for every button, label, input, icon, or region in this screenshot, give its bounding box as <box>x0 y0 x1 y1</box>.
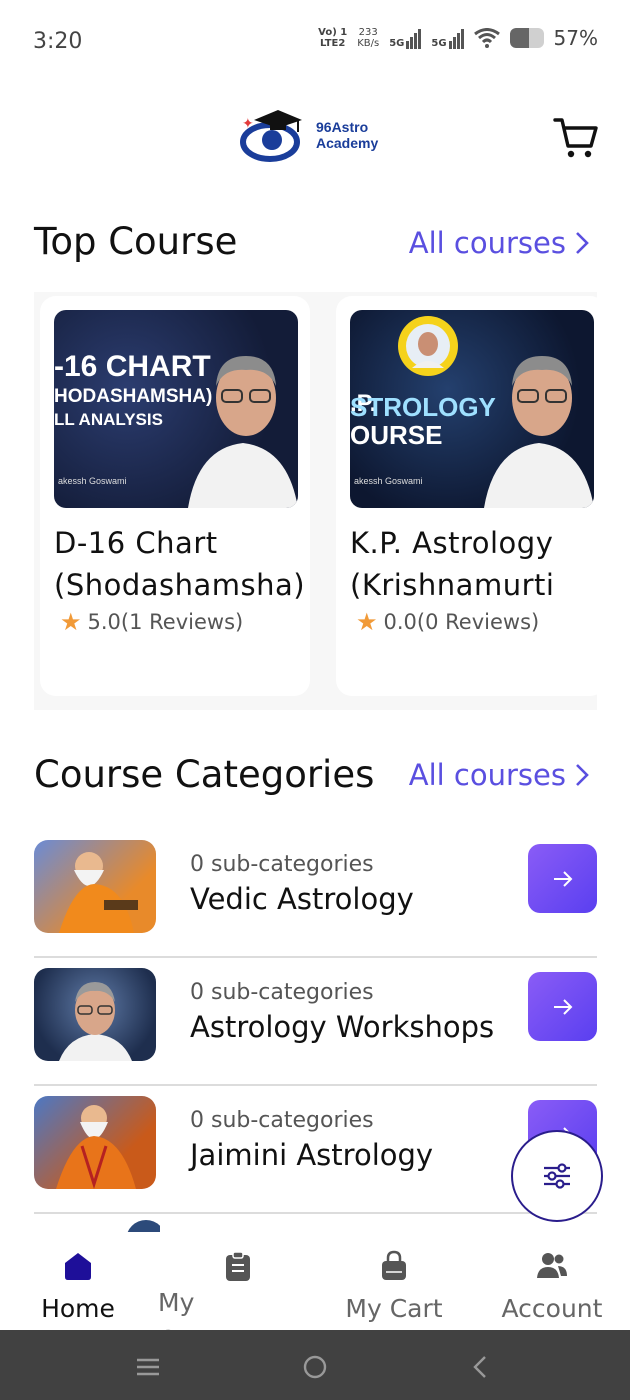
chevron-right-icon <box>576 232 589 254</box>
category-row[interactable]: 0 sub-categories Vedic Astrology <box>34 830 597 958</box>
category-subcount: 0 sub-categories <box>190 1108 374 1133</box>
course-card[interactable]: -16 CHART HODASHAMSHA) LL ANALYSIS akess… <box>40 296 310 696</box>
battery-percent: 57% <box>553 26 598 50</box>
instructor-photo <box>484 356 594 508</box>
clipboard-icon <box>226 1251 250 1281</box>
categories-title: Course Categories <box>34 753 375 796</box>
system-nav-bar <box>0 1330 630 1400</box>
svg-text:✦: ✦ <box>242 116 254 132</box>
category-name: Vedic Astrology <box>190 882 414 916</box>
open-category-button[interactable] <box>528 972 597 1041</box>
users-icon <box>537 1253 567 1278</box>
bottom-nav: Home My Courses My Cart Account <box>0 1232 630 1354</box>
battery-fill <box>509 28 529 48</box>
category-name: Astrology Workshops <box>190 1010 495 1044</box>
home-circle-icon[interactable] <box>300 1352 330 1382</box>
filter-button[interactable] <box>511 1130 603 1222</box>
back-icon[interactable] <box>466 1352 496 1382</box>
category-image <box>34 968 156 1061</box>
cart-icon[interactable] <box>553 114 599 160</box>
recent-apps-icon[interactable] <box>133 1352 163 1382</box>
app-logo[interactable]: ✦ 96Astro Academy <box>240 106 388 164</box>
instructor-photo <box>188 356 298 508</box>
top-course-all-link[interactable]: All courses <box>409 226 590 260</box>
signal-2: 5G <box>431 27 464 49</box>
shopping-bag-icon <box>382 1250 406 1280</box>
course-thumbnail: .P. STROLOGY OURSE akessh Goswami <box>350 310 594 508</box>
category-image <box>34 1096 156 1189</box>
arrow-right-icon <box>553 998 572 1015</box>
course-carousel[interactable]: -16 CHART HODASHAMSHA) LL ANALYSIS akess… <box>34 292 597 710</box>
filter-sliders-icon <box>544 1163 570 1189</box>
category-row[interactable]: 0 sub-categories Jaimini Astrology <box>34 1086 597 1214</box>
top-course-title: Top Course <box>34 220 238 263</box>
signal-bars-icon <box>448 27 464 49</box>
categories-all-link[interactable]: All courses <box>409 758 590 792</box>
signal-bars-icon <box>406 27 422 49</box>
nav-home[interactable]: Home <box>30 1232 126 1323</box>
status-icons: Vo) 1 LTE2 233 KB/s 5G 5G 57% <box>318 26 598 50</box>
category-subcount: 0 sub-categories <box>190 980 374 1005</box>
open-category-button[interactable] <box>528 844 597 913</box>
academy-logo-icon: ✦ <box>240 110 302 162</box>
star-icon: ★ <box>356 608 378 636</box>
network-speed: 233 KB/s <box>357 27 380 49</box>
category-image <box>34 840 156 933</box>
battery-icon <box>509 28 544 48</box>
course-thumbnail: -16 CHART HODASHAMSHA) LL ANALYSIS akess… <box>54 310 298 508</box>
nav-account[interactable]: Account <box>490 1232 614 1323</box>
wifi-icon <box>473 28 500 48</box>
course-card[interactable]: .P. STROLOGY OURSE akessh Goswami K.P. A… <box>336 296 597 696</box>
arrow-right-icon <box>553 870 572 887</box>
status-time: 3:20 <box>33 29 83 54</box>
signal-1: 5G <box>389 27 422 49</box>
status-bar: 3:20 Vo) 1 LTE2 233 KB/s 5G 5G 57% <box>0 0 630 86</box>
lte-indicator: Vo) 1 LTE2 <box>318 27 348 49</box>
category-subcount: 0 sub-categories <box>190 852 374 877</box>
home-icon <box>65 1253 91 1280</box>
sage-illustration <box>56 1105 136 1189</box>
category-row[interactable]: 0 sub-categories Astrology Workshops <box>34 958 597 1086</box>
course-name: K.P. Astrology (Krishnamurti <box>350 526 555 602</box>
guru-portrait <box>398 316 458 376</box>
nav-my-cart[interactable]: My Cart <box>336 1232 452 1323</box>
star-icon: ★ <box>60 608 82 636</box>
course-rating: ★ 0.0(0 Reviews) <box>356 608 540 636</box>
instructor-illustration <box>59 982 132 1061</box>
sage-illustration <box>59 852 138 933</box>
category-name: Jaimini Astrology <box>190 1138 434 1172</box>
course-rating: ★ 5.0(1 Reviews) <box>60 608 244 636</box>
logo-text: 96Astro Academy <box>316 119 379 151</box>
course-name: D-16 Chart (Shodashamsha) <box>54 526 306 602</box>
chevron-right-icon <box>576 764 589 786</box>
